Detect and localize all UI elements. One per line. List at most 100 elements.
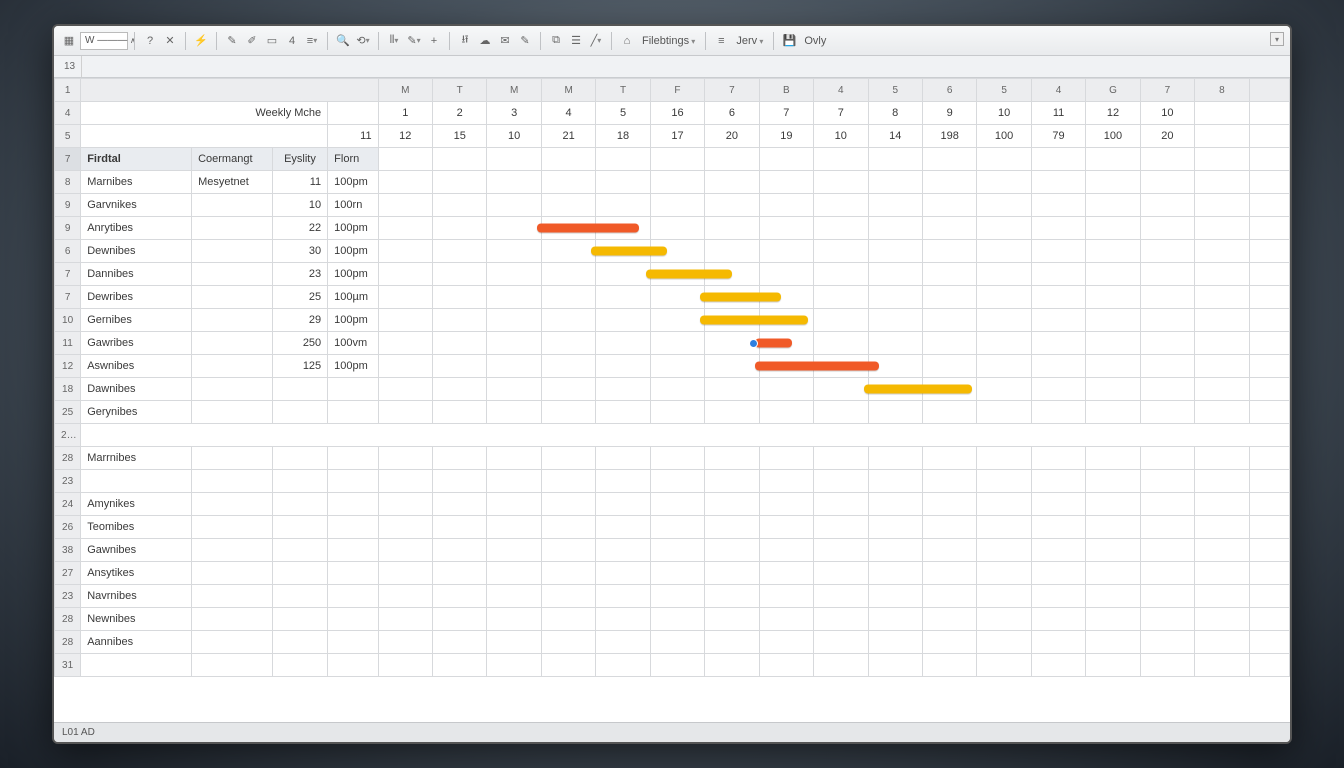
cell-florn[interactable]: 100rn [328, 194, 378, 217]
row-number[interactable]: 26 [55, 516, 81, 539]
cloud-icon[interactable]: ☁ [476, 31, 494, 51]
help-icon[interactable]: ? [141, 31, 159, 51]
row-number[interactable]: 6 [55, 240, 81, 263]
row-number[interactable]: 4 [55, 102, 81, 125]
gantt-bar[interactable] [700, 316, 808, 325]
recalc-menu[interactable]: ⟲ [354, 31, 372, 51]
gantt-bar[interactable] [537, 224, 640, 233]
row-number[interactable]: 12 [55, 355, 81, 378]
collapsed-group[interactable]: 25 28 [55, 424, 1290, 447]
filebtings-menu[interactable]: Filebtings [638, 35, 699, 47]
cell-name[interactable]: Anrytibes [81, 217, 192, 240]
row-number[interactable]: 25 [55, 401, 81, 424]
cell-comment[interactable] [192, 309, 273, 332]
cell-florn[interactable] [328, 401, 378, 424]
row-number[interactable]: 7 [55, 263, 81, 286]
row-number[interactable]: 9 [55, 194, 81, 217]
app-icon[interactable]: ▦ [60, 31, 78, 51]
cell-comment[interactable]: Mesyetnet [192, 171, 273, 194]
row-number[interactable]: 8 [55, 171, 81, 194]
cell-eyslity[interactable]: 10 [272, 194, 327, 217]
pin-icon[interactable]: ⭿ [456, 31, 474, 51]
cell-name[interactable]: Dawnibes [81, 378, 192, 401]
expand-icon[interactable]: ▾ [1270, 32, 1284, 46]
edit-icon[interactable]: ✎ [516, 31, 534, 51]
cell-florn[interactable]: 100pm [328, 171, 378, 194]
cell-name[interactable]: Aannibes [81, 631, 192, 654]
cell-eyslity[interactable] [272, 401, 327, 424]
number-icon[interactable]: 4 [283, 31, 301, 51]
jerv-menu[interactable]: Jerv [732, 35, 767, 47]
cell-name[interactable]: Marnibes [81, 171, 192, 194]
cell-florn[interactable] [328, 378, 378, 401]
cell-florn[interactable]: 100µm [328, 286, 378, 309]
cell-comment[interactable] [192, 401, 273, 424]
cell-comment[interactable] [192, 332, 273, 355]
cell-eyslity[interactable]: 29 [272, 309, 327, 332]
cell-eyslity[interactable]: 30 [272, 240, 327, 263]
cell-eyslity[interactable]: 125 [272, 355, 327, 378]
cell-eyslity[interactable] [272, 378, 327, 401]
cell-eyslity[interactable]: 250 [272, 332, 327, 355]
row-number[interactable]: 1 [55, 79, 81, 102]
brush-icon[interactable]: ✐ [243, 31, 261, 51]
cell-comment[interactable] [192, 286, 273, 309]
paste-icon[interactable]: ☰ [567, 31, 585, 51]
cell-eyslity[interactable]: 22 [272, 217, 327, 240]
cell-name[interactable]: Navrnibes [81, 585, 192, 608]
cell-name[interactable]: Teomibes [81, 516, 192, 539]
row-number[interactable]: 7 [55, 286, 81, 309]
cell-name[interactable]: Newnibes [81, 608, 192, 631]
gantt-bar[interactable] [700, 293, 781, 302]
cell-comment[interactable] [192, 378, 273, 401]
home-icon[interactable]: ⌂ [618, 31, 636, 51]
mail-icon[interactable]: ✉ [496, 31, 514, 51]
row-number[interactable]: 23 [55, 585, 81, 608]
row-number[interactable]: 5 [55, 125, 81, 148]
cell-name[interactable]: Marrnibes [81, 447, 192, 470]
row-number[interactable]: 28 [55, 608, 81, 631]
row-number[interactable]: 27 [55, 562, 81, 585]
cell-comment[interactable] [192, 355, 273, 378]
list-icon[interactable]: ≡ [712, 31, 730, 51]
close-icon[interactable]: ✕ [161, 31, 179, 51]
row-number[interactable]: 10 [55, 309, 81, 332]
cell-florn[interactable]: 100pm [328, 240, 378, 263]
plus-icon[interactable]: + [425, 31, 443, 51]
gantt-bar[interactable] [755, 362, 879, 371]
cell-name[interactable]: Garvnikes [81, 194, 192, 217]
gantt-bar[interactable] [591, 247, 667, 256]
row-number[interactable]: 31 [55, 654, 81, 677]
pencil-icon[interactable]: ✎ [223, 31, 241, 51]
row-number[interactable]: 28 [55, 447, 81, 470]
flash-icon[interactable]: ⚡ [192, 31, 210, 51]
gantt-bar[interactable] [755, 339, 793, 348]
gantt-bar[interactable] [646, 270, 732, 279]
columns-menu[interactable]: ⦀ [385, 31, 403, 51]
rect-icon[interactable]: ▭ [263, 31, 281, 51]
cell-name[interactable]: Dewnibes [81, 240, 192, 263]
name-box[interactable]: W ——— ∧ [80, 32, 128, 50]
row-number[interactable]: 24 [55, 493, 81, 516]
row-number[interactable]: 23 [55, 470, 81, 493]
spreadsheet-grid[interactable]: 1 MT MM TF 7B 45 65 4G 78 4 Weekly Mche … [54, 78, 1290, 722]
cell-florn[interactable]: 100vm [328, 332, 378, 355]
cell-comment[interactable] [192, 217, 273, 240]
row-number[interactable]: 38 [55, 539, 81, 562]
line-menu[interactable]: ╱ [587, 31, 605, 51]
cell-name[interactable]: Gawnibes [81, 539, 192, 562]
draw-menu[interactable]: ✎ [405, 31, 423, 51]
align-menu[interactable]: ≡ [303, 31, 321, 51]
cell-name[interactable]: Dewribes [81, 286, 192, 309]
only-label[interactable]: Ovly [800, 35, 830, 47]
cell-name[interactable]: Ansytikes [81, 562, 192, 585]
cell-name[interactable]: Amynikes [81, 493, 192, 516]
row-number[interactable]: 11 [55, 332, 81, 355]
cell-eyslity[interactable]: 11 [272, 171, 327, 194]
cell-name[interactable] [81, 470, 192, 493]
cell-florn[interactable]: 100pm [328, 263, 378, 286]
cell-name[interactable]: Gawribes [81, 332, 192, 355]
cell-comment[interactable] [192, 194, 273, 217]
zoom-icon[interactable]: 🔍 [334, 31, 352, 51]
cell-eyslity[interactable]: 25 [272, 286, 327, 309]
